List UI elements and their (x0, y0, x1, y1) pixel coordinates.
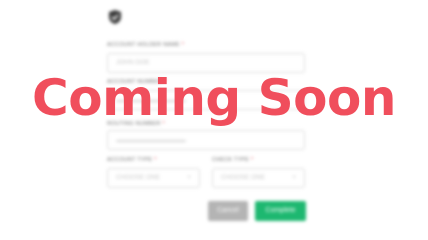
routing-number-input[interactable] (107, 130, 305, 150)
account-type-selected: CHOOSE ONE (116, 174, 161, 181)
select-chevron-icon: ÷ (187, 174, 191, 181)
coming-soon-overlay: Coming Soon (32, 69, 396, 127)
check-type-selected: CHOOSE ONE (221, 174, 266, 181)
cancel-button[interactable]: Cancel (208, 201, 248, 221)
shield-check-icon (109, 10, 121, 24)
select-chevron-icon: ÷ (292, 174, 296, 181)
check-type-label: CHECK TYPE * (212, 157, 254, 163)
check-type-select[interactable]: CHOOSE ONE ÷ (212, 168, 305, 188)
routing-number-value (116, 140, 186, 142)
account-type-select[interactable]: CHOOSE ONE ÷ (107, 168, 200, 188)
account-holder-name-label: ACCOUNT HOLDER NAME * (107, 42, 185, 48)
account-type-label: ACCOUNT TYPE * (107, 157, 157, 163)
complete-button[interactable]: Complete (255, 201, 306, 221)
account-holder-name-placeholder: JOHN DOE (116, 59, 150, 66)
